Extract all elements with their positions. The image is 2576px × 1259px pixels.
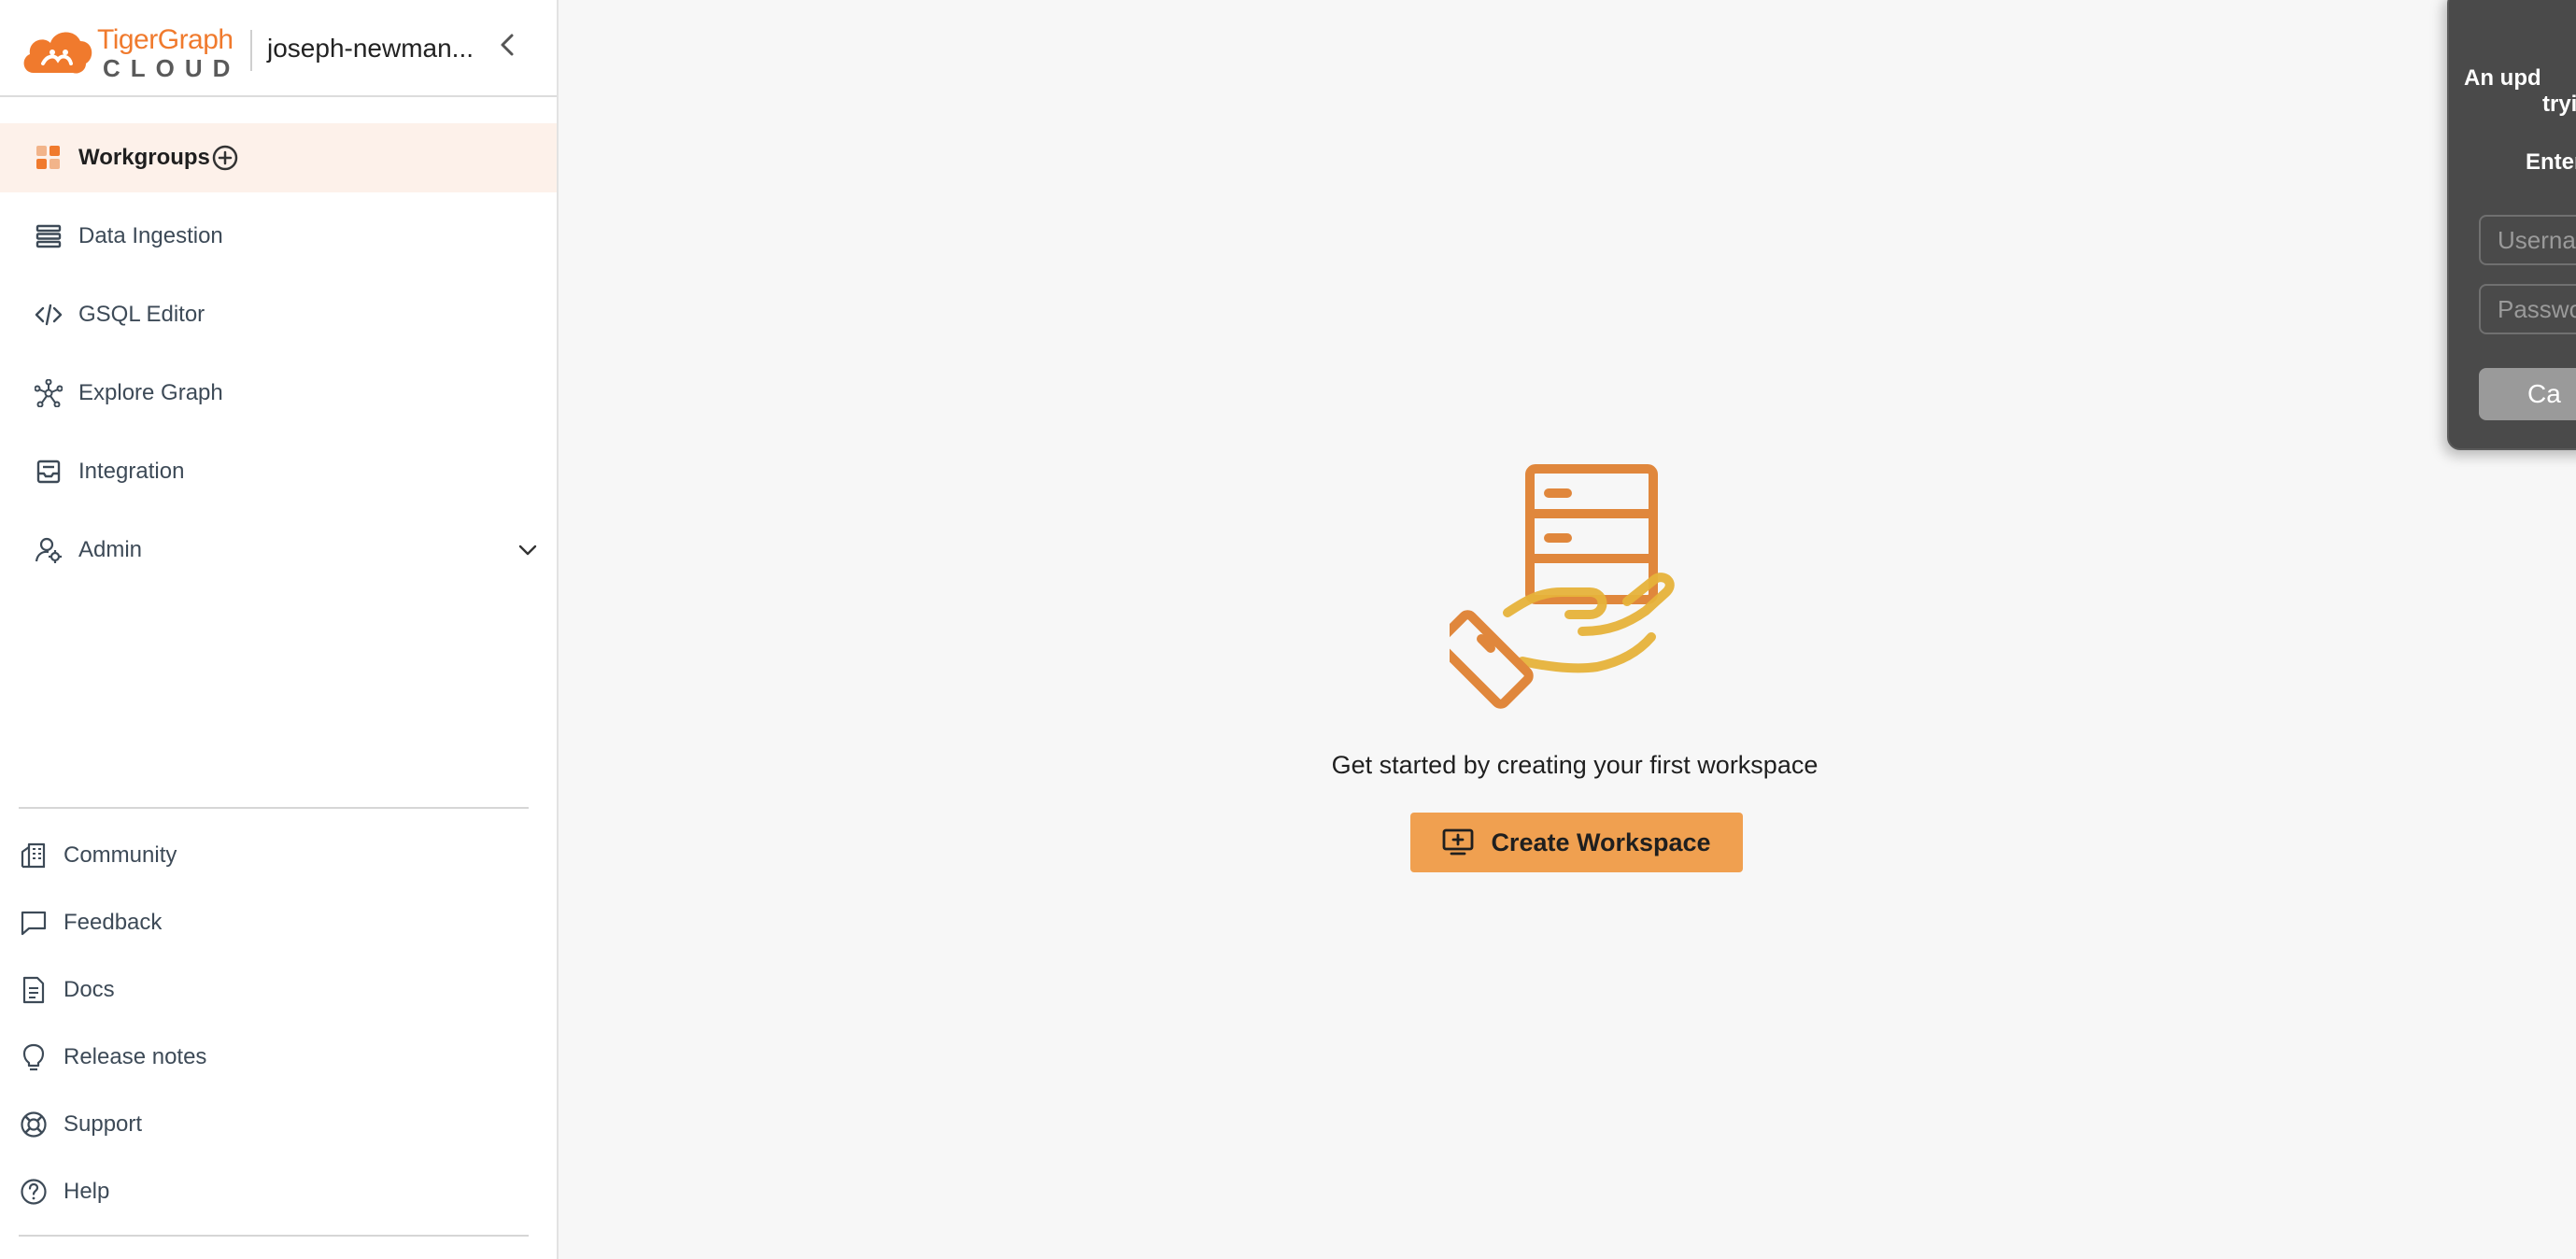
lifebuoy-icon bbox=[19, 1110, 49, 1139]
sidebar: TigerGraph CLOUD joseph-newman... Workgr… bbox=[0, 0, 559, 1259]
document-icon bbox=[19, 975, 49, 1005]
brand-subtitle: CLOUD bbox=[103, 54, 241, 82]
brand-name: TigerGraph bbox=[97, 24, 234, 55]
footer-label: Support bbox=[64, 1111, 143, 1137]
nav-label: Workgroups bbox=[78, 145, 210, 170]
nav-label: GSQL Editor bbox=[78, 302, 205, 327]
org-name[interactable]: joseph-newman... bbox=[267, 34, 474, 64]
nav-item-admin[interactable]: Admin bbox=[0, 516, 557, 585]
chat-icon bbox=[19, 908, 49, 938]
footer-label: Feedback bbox=[64, 910, 163, 935]
community-icon bbox=[19, 841, 49, 870]
add-workspace-icon bbox=[1443, 828, 1474, 856]
code-icon bbox=[34, 300, 64, 330]
create-workspace-label: Create Workspace bbox=[1491, 828, 1711, 856]
footer-item-feedback[interactable]: Feedback bbox=[0, 897, 557, 949]
nav-label: Integration bbox=[78, 459, 185, 484]
dialog-message-line-3: Enter bbox=[2526, 149, 2576, 175]
workgroups-icon bbox=[34, 143, 64, 173]
chevron-down-icon[interactable] bbox=[516, 538, 540, 562]
admin-icon bbox=[34, 535, 64, 565]
help-icon bbox=[19, 1177, 49, 1207]
chevron-left-icon bbox=[501, 34, 514, 56]
login-dialog: An upd tryin Enter Username Password Ca bbox=[2447, 0, 2576, 450]
nav-item-integration[interactable]: Integration bbox=[0, 437, 557, 506]
footer-item-help[interactable]: Help bbox=[0, 1166, 557, 1218]
nav-item-workgroups[interactable]: Workgroups bbox=[0, 123, 557, 192]
dialog-message-line-1: An upd bbox=[2464, 65, 2541, 91]
lightbulb-icon bbox=[19, 1042, 49, 1072]
footer-item-release-notes[interactable]: Release notes bbox=[0, 1031, 557, 1083]
app-root: TigerGraph CLOUD joseph-newman... Workgr… bbox=[0, 0, 2576, 1259]
dialog-message-line-2: tryin bbox=[2542, 92, 2576, 117]
footer-item-community[interactable]: Community bbox=[0, 829, 557, 882]
footer-label: Help bbox=[64, 1179, 110, 1204]
graph-icon bbox=[34, 378, 64, 408]
workspace-illustration-icon bbox=[1450, 464, 1675, 709]
footer-item-support[interactable]: Support bbox=[0, 1098, 557, 1151]
footer-label: Docs bbox=[64, 977, 115, 1002]
inbox-icon bbox=[34, 457, 64, 487]
dialog-cancel-button[interactable]: Ca bbox=[2479, 368, 2576, 420]
data-ingestion-icon bbox=[34, 221, 64, 251]
nav-label: Data Ingestion bbox=[78, 223, 223, 248]
sidebar-header: TigerGraph CLOUD joseph-newman... bbox=[0, 0, 557, 97]
footer-label: Community bbox=[64, 842, 177, 868]
footer-divider-bottom bbox=[19, 1235, 529, 1237]
create-workspace-button[interactable]: Create Workspace bbox=[1410, 813, 1743, 872]
header-divider bbox=[250, 30, 252, 71]
nav-item-explore-graph[interactable]: Explore Graph bbox=[0, 359, 557, 428]
footer-item-docs[interactable]: Docs bbox=[0, 964, 557, 1016]
nav-label: Explore Graph bbox=[78, 380, 223, 405]
add-workgroup-icon[interactable] bbox=[211, 144, 239, 172]
nav-item-gsql-editor[interactable]: GSQL Editor bbox=[0, 280, 557, 349]
password-input[interactable]: Password bbox=[2479, 284, 2576, 334]
empty-state-message: Get started by creating your first works… bbox=[1331, 751, 1819, 779]
nav-item-data-ingestion[interactable]: Data Ingestion bbox=[0, 202, 557, 271]
username-input[interactable]: Username bbox=[2479, 215, 2576, 265]
collapse-sidebar-button[interactable] bbox=[493, 26, 521, 64]
footer-label: Release notes bbox=[64, 1044, 207, 1069]
tiger-cloud-icon bbox=[23, 32, 92, 74]
tigergraph-logo[interactable]: TigerGraph CLOUD bbox=[21, 21, 235, 82]
footer-divider-top bbox=[19, 807, 529, 809]
nav-label: Admin bbox=[78, 537, 143, 562]
